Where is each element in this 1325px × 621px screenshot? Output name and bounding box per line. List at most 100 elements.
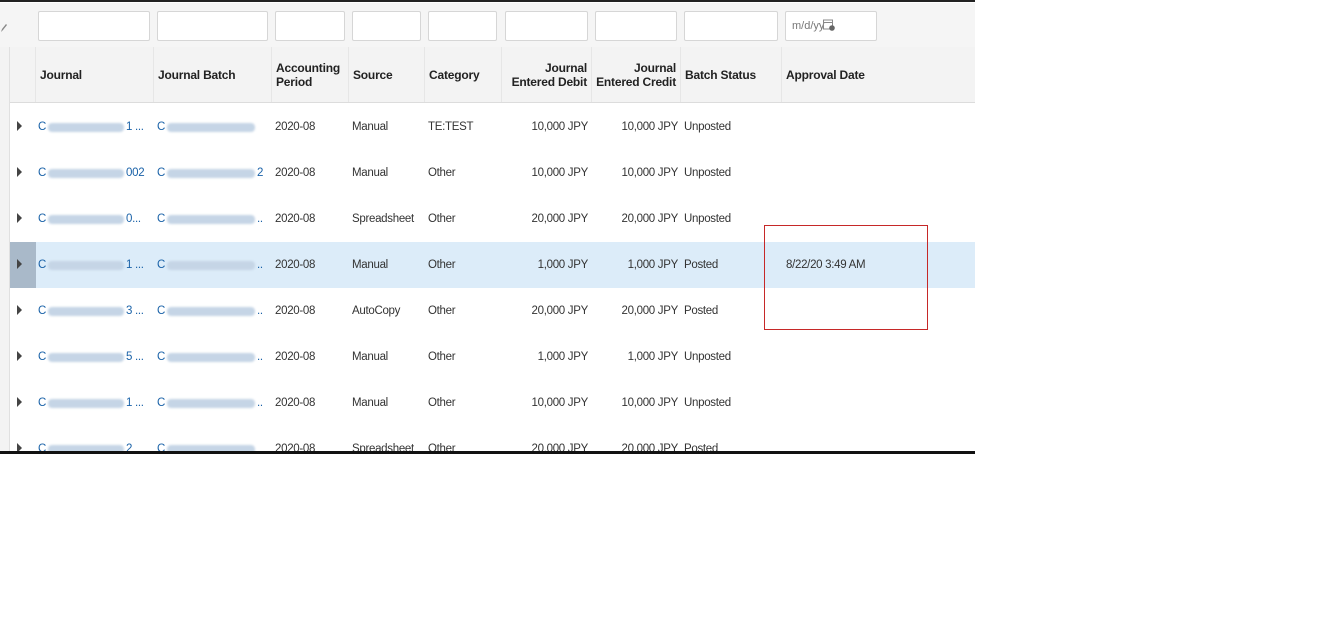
- redacted-journal-name: [48, 306, 125, 316]
- credit-value: 10,000 JPY: [621, 167, 678, 179]
- table-row[interactable]: C 2 C 2020-08 Spreadsheet Other 20,000 JPY 20,0…: [0, 426, 975, 454]
- expand-row-icon[interactable]: [17, 121, 22, 131]
- header-accounting-period[interactable]: Accounting Period: [272, 47, 349, 102]
- accounting-period-filter-input[interactable]: [275, 11, 345, 41]
- credit-cell: 1,000 JPY: [595, 242, 678, 288]
- approval-date-cell: [786, 150, 966, 196]
- redacted-batch-name: [167, 168, 256, 178]
- batch-status-value: Posted: [684, 259, 719, 271]
- accounting-period-value: 2020-08: [275, 305, 316, 317]
- journal-batch-cell[interactable]: C: [157, 426, 270, 454]
- category-filter-input[interactable]: [428, 11, 497, 41]
- debit-cell: 20,000 JPY: [505, 288, 588, 334]
- journal-batch-cell[interactable]: C2: [157, 150, 270, 196]
- credit-cell: 1,000 JPY: [595, 334, 678, 380]
- source-value: Spreadsheet: [352, 213, 414, 225]
- accounting-period-value: 2020-08: [275, 397, 316, 409]
- batch-status-value: Unposted: [684, 397, 731, 409]
- category-value: Other: [428, 213, 456, 225]
- expand-row-icon[interactable]: [17, 167, 22, 177]
- journal-batch-prefix: C: [157, 259, 166, 271]
- debit-value: 20,000 JPY: [531, 213, 588, 225]
- category-cell: Other: [428, 334, 500, 380]
- debit-value: 10,000 JPY: [531, 121, 588, 133]
- journal-cell[interactable]: C 1 ...: [38, 104, 152, 150]
- journal-suffix: 5 ...: [126, 351, 144, 363]
- redacted-journal-name: [48, 260, 125, 270]
- header-category[interactable]: Category: [425, 47, 502, 102]
- batch-status-value: Posted: [684, 305, 719, 317]
- expand-row-icon[interactable]: [17, 305, 22, 315]
- journal-batch-cell[interactable]: C..: [157, 196, 270, 242]
- header-credit[interactable]: Journal Entered Credit: [592, 47, 681, 102]
- approval-date-filter-input[interactable]: m/d/yy: [785, 11, 877, 41]
- table-row[interactable]: C 5 ... C.. 2020-08 Manual Other 1,000 JPY 1,00…: [0, 334, 975, 381]
- journal-batch-cell[interactable]: C..: [157, 242, 270, 288]
- journal-batch-cell[interactable]: C..: [157, 334, 270, 380]
- debit-cell: 1,000 JPY: [505, 242, 588, 288]
- calendar-icon[interactable]: [823, 18, 835, 31]
- journal-prefix: C: [38, 121, 47, 133]
- header-approval-date[interactable]: Approval Date: [782, 47, 975, 102]
- debit-cell: 10,000 JPY: [505, 150, 588, 196]
- approval-date-cell: [786, 334, 966, 380]
- redacted-journal-name: [48, 214, 125, 224]
- debit-filter-input[interactable]: [505, 11, 588, 41]
- accounting-period-cell: 2020-08: [275, 150, 347, 196]
- source-cell: Manual: [352, 104, 424, 150]
- expand-row-icon[interactable]: [17, 213, 22, 223]
- journal-cell[interactable]: C 0...: [38, 196, 152, 242]
- journal-batch-cell[interactable]: C..: [157, 288, 270, 334]
- table-row[interactable]: C 1 ... C 2020-08 Manual TE:TEST 10,000 JPY 10,…: [0, 104, 975, 151]
- category-value: Other: [428, 351, 456, 363]
- journal-batch-cell[interactable]: C..: [157, 380, 270, 426]
- expand-row-icon[interactable]: [17, 397, 22, 407]
- category-cell: TE:TEST: [428, 104, 500, 150]
- debit-cell: 1,000 JPY: [505, 334, 588, 380]
- header-source[interactable]: Source: [349, 47, 425, 102]
- category-cell: Other: [428, 426, 500, 454]
- journal-suffix: 0...: [126, 213, 141, 225]
- redacted-journal-name: [48, 122, 125, 132]
- redacted-batch-name: [167, 260, 256, 270]
- journal-cell[interactable]: C 1 ...: [38, 380, 152, 426]
- batch-status-cell: Unposted: [684, 334, 780, 380]
- journal-cell[interactable]: C 002: [38, 150, 152, 196]
- credit-cell: 10,000 JPY: [595, 380, 678, 426]
- category-cell: Other: [428, 242, 500, 288]
- source-filter-input[interactable]: [352, 11, 421, 41]
- header-expander: [9, 47, 36, 102]
- header-journal[interactable]: Journal: [36, 47, 154, 102]
- debit-cell: 20,000 JPY: [505, 196, 588, 242]
- journal-filter-input[interactable]: [38, 11, 150, 41]
- accounting-period-cell: 2020-08: [275, 104, 347, 150]
- journal-cell[interactable]: C2: [38, 426, 152, 454]
- batch-status-filter-input[interactable]: [684, 11, 778, 41]
- journal-batch-cell[interactable]: C: [157, 104, 270, 150]
- accounting-period-cell: 2020-08: [275, 288, 347, 334]
- journal-prefix: C: [38, 213, 47, 225]
- journal-suffix: 1 ...: [126, 121, 144, 133]
- edit-icon[interactable]: [0, 23, 8, 33]
- expand-row-icon[interactable]: [17, 351, 22, 361]
- expand-row-icon[interactable]: [17, 259, 22, 269]
- header-debit[interactable]: Journal Entered Debit: [502, 47, 592, 102]
- header-batch-status[interactable]: Batch Status: [681, 47, 782, 102]
- approval-date-cell: [786, 104, 966, 150]
- selected-row-indicator: [9, 242, 36, 288]
- table-row[interactable]: C 1 ... C.. 2020-08 Manual Other 10,000 JPY 10,…: [0, 380, 975, 427]
- journal-batch-suffix: ..: [257, 259, 263, 271]
- journal-batch-filter-input[interactable]: [157, 11, 268, 41]
- credit-cell: 10,000 JPY: [595, 104, 678, 150]
- journal-suffix: 1 ...: [126, 397, 144, 409]
- journal-cell[interactable]: C 1 ...: [38, 242, 152, 288]
- table-row[interactable]: C 002 C 2 2020-08 Manual Other 10,000 JPY 10,000…: [0, 150, 975, 197]
- column-header-row: Journal Journal Batch Accounting Period …: [0, 47, 975, 103]
- redacted-batch-name: [167, 306, 256, 316]
- journal-cell[interactable]: C 5 ...: [38, 334, 152, 380]
- journal-batch-prefix: C: [157, 397, 166, 409]
- journal-batch-suffix: ..: [257, 397, 263, 409]
- credit-filter-input[interactable]: [595, 11, 677, 41]
- journal-cell[interactable]: C 3 ...: [38, 288, 152, 334]
- header-journal-batch[interactable]: Journal Batch: [154, 47, 272, 102]
